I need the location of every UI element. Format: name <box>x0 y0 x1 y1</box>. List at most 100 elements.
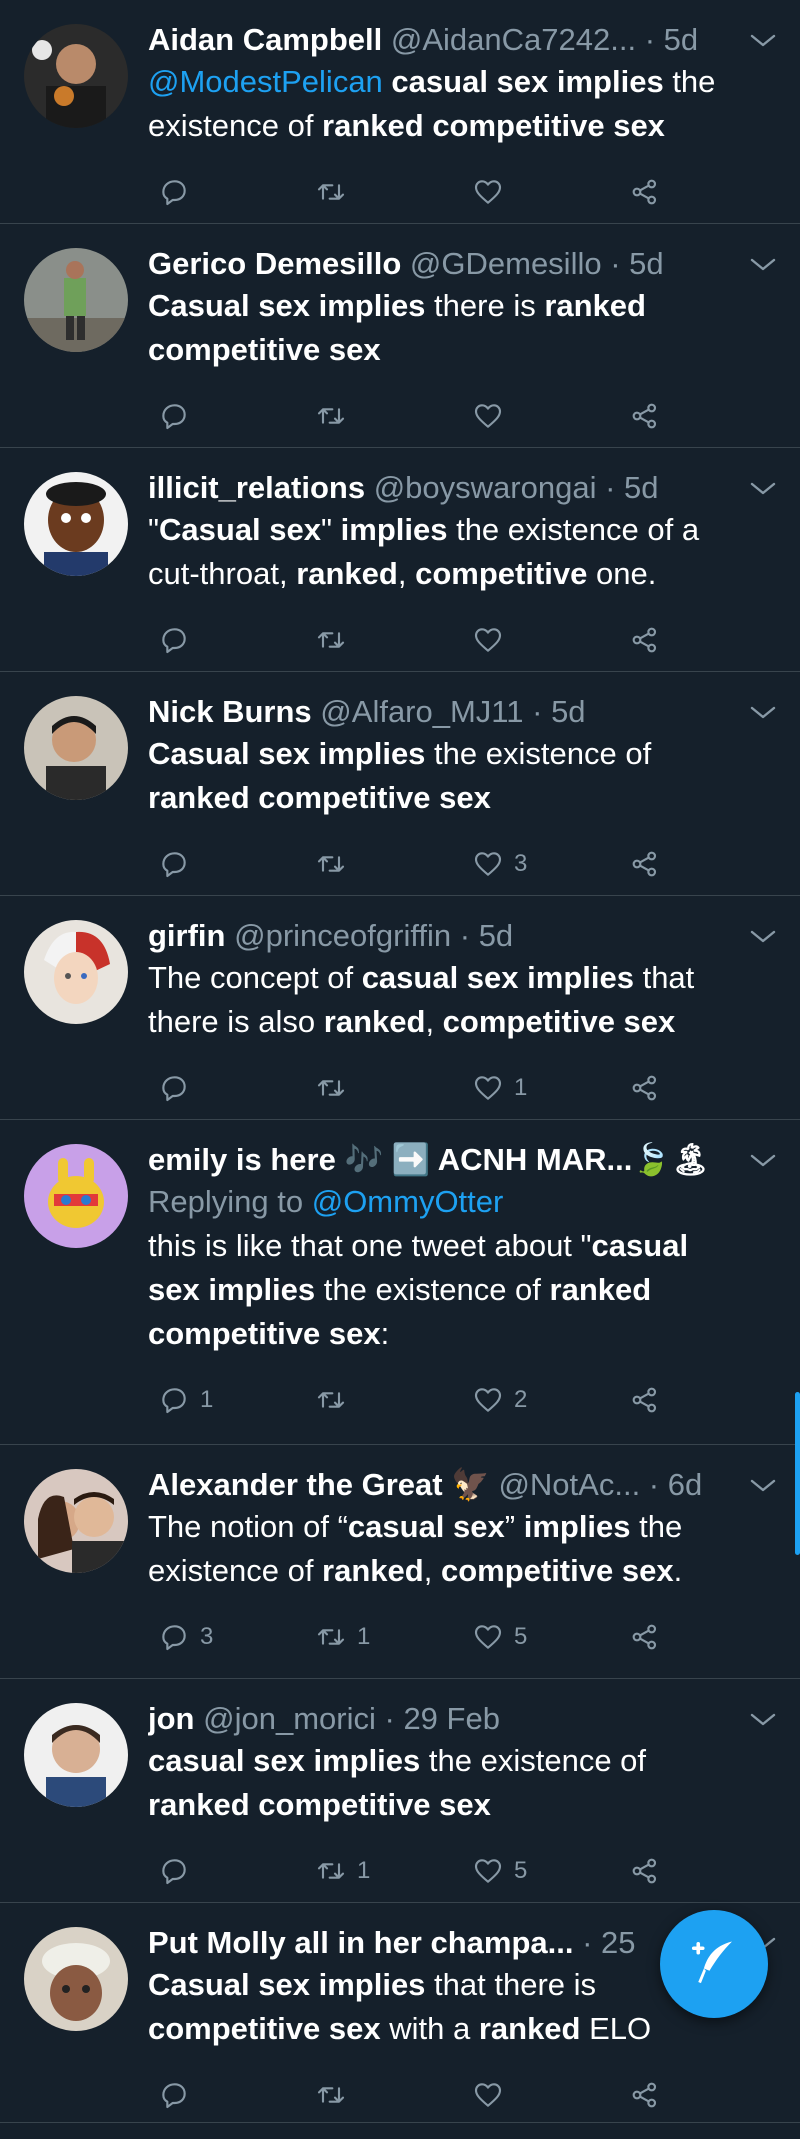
timestamp[interactable]: 5d <box>479 918 513 953</box>
reply-button[interactable] <box>148 400 305 432</box>
username[interactable]: @princeofgriffin <box>234 918 451 953</box>
scrollbar[interactable] <box>795 1392 800 1555</box>
heart-icon <box>472 1621 504 1653</box>
tweet-text: this is like that one tweet about "casua… <box>148 1224 776 1356</box>
retweet-button[interactable] <box>305 1384 462 1416</box>
display-name[interactable]: Alexander the Great 🦅 <box>148 1467 490 1502</box>
like-button[interactable]: 3 <box>462 848 619 880</box>
like-button[interactable]: 5 <box>462 1855 619 1887</box>
avatar[interactable] <box>24 24 128 128</box>
reply-button[interactable] <box>148 1855 305 1887</box>
retweet-button[interactable]: 1 <box>305 1855 462 1887</box>
share-icon <box>629 624 661 656</box>
display-name[interactable]: Put Molly all in her champa... <box>148 1925 573 1960</box>
text-segment: the existence of <box>420 1743 647 1778</box>
retweet-button[interactable] <box>305 400 462 432</box>
more-options-chevron-icon[interactable] <box>748 1709 778 1729</box>
tweet[interactable]: emily is here 🎶 ➡️ ACNH MAR...🍃🏝 Replying… <box>0 1120 800 1445</box>
like-button[interactable]: 5 <box>462 1621 619 1653</box>
tweet[interactable]: Aidan Campbell @AidanCa7242... · 5d @Mode… <box>0 0 800 224</box>
like-button[interactable] <box>462 624 619 656</box>
reply-button[interactable] <box>148 1072 305 1104</box>
username[interactable]: @jon_morici <box>203 1701 376 1736</box>
tweet[interactable]: Alexander the Great 🦅 @NotAc... · 6d The … <box>0 1445 800 1679</box>
retweet-button[interactable] <box>305 624 462 656</box>
tweet-header: emily is here 🎶 ➡️ ACNH MAR...🍃🏝 <box>148 1140 776 1180</box>
display-name[interactable]: Aidan Campbell <box>148 22 382 57</box>
retweet-button[interactable] <box>305 2079 462 2111</box>
reply-button[interactable] <box>148 624 305 656</box>
timestamp[interactable]: 5d <box>624 470 658 505</box>
more-options-chevron-icon[interactable] <box>748 254 778 274</box>
tweet[interactable]: Gerico Demesillo @GDemesillo · 5d Casual … <box>0 224 800 448</box>
tweet[interactable]: girfin @princeofgriffin · 5d The concept … <box>0 896 800 1120</box>
more-options-chevron-icon[interactable] <box>748 702 778 722</box>
share-button[interactable] <box>619 848 776 880</box>
tweet[interactable]: jon @jon_morici · 29 Feb casual sex impli… <box>0 1679 800 1903</box>
separator-dot: · <box>451 918 479 953</box>
share-button[interactable] <box>619 176 776 208</box>
text-segment: , <box>425 1004 443 1039</box>
text-segment: . <box>673 1553 683 1588</box>
bold-text: casual sex implies <box>391 64 664 99</box>
more-options-chevron-icon[interactable] <box>748 1475 778 1495</box>
avatar[interactable] <box>24 248 128 352</box>
mention-link[interactable]: @ModestPelican <box>148 64 391 99</box>
share-button[interactable] <box>619 1072 776 1104</box>
like-button[interactable] <box>462 400 619 432</box>
avatar[interactable] <box>24 1703 128 1807</box>
like-button[interactable] <box>462 2079 619 2111</box>
avatar[interactable] <box>24 696 128 800</box>
display-name[interactable]: illicit_relations <box>148 470 365 505</box>
reply-button[interactable]: 1 <box>148 1384 305 1416</box>
more-options-chevron-icon[interactable] <box>748 30 778 50</box>
avatar[interactable] <box>24 472 128 576</box>
username[interactable]: @GDemesillo <box>410 246 602 281</box>
timestamp[interactable]: 29 Feb <box>403 1701 500 1736</box>
retweet-button[interactable] <box>305 176 462 208</box>
share-button[interactable] <box>619 624 776 656</box>
tweet[interactable]: Nick Burns @Alfaro_MJ11 · 5d Casual sex i… <box>0 672 800 896</box>
display-name[interactable]: jon <box>148 1701 195 1736</box>
avatar[interactable] <box>24 1144 128 1248</box>
avatar[interactable] <box>24 920 128 1024</box>
like-button[interactable] <box>462 176 619 208</box>
avatar[interactable] <box>24 1927 128 2031</box>
reply-button[interactable] <box>148 848 305 880</box>
share-button[interactable] <box>619 1855 776 1887</box>
tweet[interactable]: illicit_relations @boyswarongai · 5d "Cas… <box>0 448 800 672</box>
timestamp[interactable]: 6d <box>668 1467 702 1502</box>
display-name[interactable]: girfin <box>148 918 226 953</box>
timestamp[interactable]: 5d <box>664 22 698 57</box>
display-name[interactable]: Nick Burns <box>148 694 312 729</box>
username[interactable]: @Alfaro_MJ11 <box>320 694 523 729</box>
more-options-chevron-icon[interactable] <box>748 478 778 498</box>
retweet-button[interactable] <box>305 848 462 880</box>
reply-button[interactable] <box>148 176 305 208</box>
compose-tweet-button[interactable] <box>660 1910 768 2018</box>
retweet-button[interactable] <box>305 1072 462 1104</box>
username[interactable]: @boyswarongai <box>374 470 597 505</box>
heart-icon <box>472 2079 504 2111</box>
reply-button[interactable] <box>148 2079 305 2111</box>
share-button[interactable] <box>619 400 776 432</box>
username[interactable]: @AidanCa7242... <box>391 22 636 57</box>
more-options-chevron-icon[interactable] <box>748 926 778 946</box>
replying-to-mention[interactable]: @OmmyOtter <box>312 1184 504 1219</box>
timestamp[interactable]: 5d <box>551 694 585 729</box>
share-button[interactable] <box>619 1621 776 1653</box>
like-button[interactable]: 2 <box>462 1384 619 1416</box>
display-name[interactable]: emily is here 🎶 ➡️ ACNH MAR...🍃🏝 <box>148 1142 710 1177</box>
reply-button[interactable]: 3 <box>148 1621 305 1653</box>
display-name[interactable]: Gerico Demesillo <box>148 246 401 281</box>
more-options-chevron-icon[interactable] <box>748 1150 778 1170</box>
timestamp[interactable]: 25 <box>601 1925 635 1960</box>
share-button[interactable] <box>619 2079 776 2111</box>
like-button[interactable]: 1 <box>462 1072 619 1104</box>
avatar[interactable] <box>24 1469 128 1573</box>
username[interactable]: @NotAc... <box>498 1467 640 1502</box>
like-count: 3 <box>514 850 528 877</box>
retweet-button[interactable]: 1 <box>305 1621 462 1653</box>
timestamp[interactable]: 5d <box>629 246 663 281</box>
share-button[interactable] <box>619 1384 776 1416</box>
